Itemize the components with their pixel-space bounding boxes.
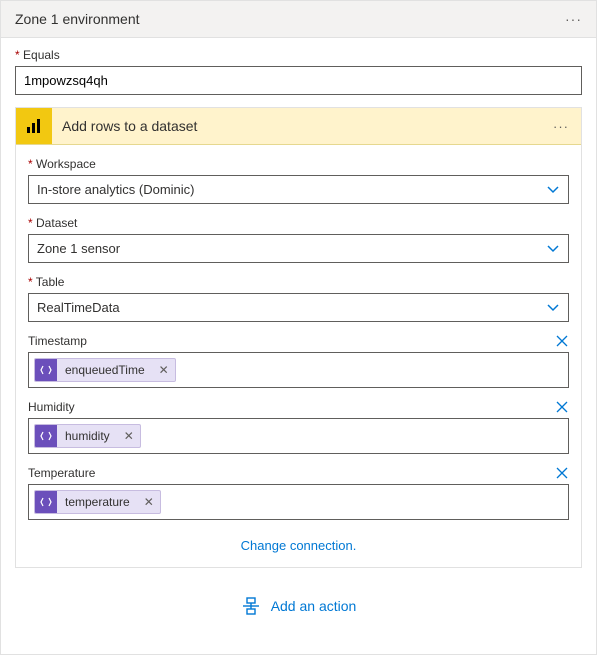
remove-temperature-button[interactable] bbox=[555, 466, 569, 480]
expression-icon bbox=[35, 425, 57, 447]
chevron-down-icon bbox=[546, 242, 560, 256]
panel-menu-button[interactable]: ··· bbox=[565, 11, 582, 27]
action-header[interactable]: Add rows to a dataset ··· bbox=[16, 108, 581, 145]
timestamp-field: Timestamp enqueuedTime ✕ bbox=[28, 334, 569, 388]
table-label: Table bbox=[28, 275, 569, 289]
humidity-label: Humidity bbox=[28, 400, 547, 414]
humidity-token: humidity ✕ bbox=[34, 424, 141, 448]
temperature-label: Temperature bbox=[28, 466, 547, 480]
expression-icon bbox=[35, 359, 57, 381]
add-action-label: Add an action bbox=[271, 598, 357, 614]
action-body: Workspace In-store analytics (Dominic) D… bbox=[16, 145, 581, 567]
timestamp-token-label: enqueuedTime bbox=[57, 363, 153, 377]
equals-field: Equals bbox=[15, 48, 582, 95]
equals-input[interactable] bbox=[15, 66, 582, 95]
dataset-field: Dataset Zone 1 sensor bbox=[28, 216, 569, 263]
change-connection: Change connection. bbox=[28, 532, 569, 557]
workspace-field: Workspace In-store analytics (Dominic) bbox=[28, 157, 569, 204]
workspace-select[interactable]: In-store analytics (Dominic) bbox=[28, 175, 569, 204]
powerbi-icon bbox=[16, 108, 52, 144]
humidity-token-remove[interactable]: ✕ bbox=[118, 429, 140, 443]
add-step-icon bbox=[241, 596, 261, 616]
temperature-token-remove[interactable]: ✕ bbox=[138, 495, 160, 509]
timestamp-label: Timestamp bbox=[28, 334, 547, 348]
dataset-select[interactable]: Zone 1 sensor bbox=[28, 234, 569, 263]
chevron-down-icon bbox=[546, 183, 560, 197]
table-field: Table RealTimeData bbox=[28, 275, 569, 322]
workspace-value: In-store analytics (Dominic) bbox=[37, 182, 195, 197]
temperature-field: Temperature temperature ✕ bbox=[28, 466, 569, 520]
temperature-input[interactable]: temperature ✕ bbox=[28, 484, 569, 520]
panel-body: Equals Add rows to a dataset ··· Workspa… bbox=[1, 38, 596, 654]
action-menu-button[interactable]: ··· bbox=[541, 119, 581, 134]
panel-header: Zone 1 environment ··· bbox=[1, 1, 596, 38]
temperature-token: temperature ✕ bbox=[34, 490, 161, 514]
expression-icon bbox=[35, 491, 57, 513]
equals-label: Equals bbox=[15, 48, 582, 62]
timestamp-token-remove[interactable]: ✕ bbox=[153, 363, 175, 377]
action-title: Add rows to a dataset bbox=[52, 118, 541, 134]
action-card: Add rows to a dataset ··· Workspace In-s… bbox=[15, 107, 582, 568]
dataset-value: Zone 1 sensor bbox=[37, 241, 120, 256]
timestamp-token: enqueuedTime ✕ bbox=[34, 358, 176, 382]
table-select[interactable]: RealTimeData bbox=[28, 293, 569, 322]
humidity-input[interactable]: humidity ✕ bbox=[28, 418, 569, 454]
panel-title: Zone 1 environment bbox=[15, 11, 140, 27]
humidity-token-label: humidity bbox=[57, 429, 118, 443]
change-connection-link[interactable]: Change connection. bbox=[241, 538, 357, 553]
dataset-label: Dataset bbox=[28, 216, 569, 230]
remove-humidity-button[interactable] bbox=[555, 400, 569, 414]
timestamp-input[interactable]: enqueuedTime ✕ bbox=[28, 352, 569, 388]
remove-timestamp-button[interactable] bbox=[555, 334, 569, 348]
humidity-field: Humidity humidity ✕ bbox=[28, 400, 569, 454]
table-value: RealTimeData bbox=[37, 300, 120, 315]
condition-panel: Zone 1 environment ··· Equals Add rows t… bbox=[0, 0, 597, 655]
workspace-label: Workspace bbox=[28, 157, 569, 171]
temperature-token-label: temperature bbox=[57, 495, 138, 509]
add-action-button[interactable]: Add an action bbox=[15, 568, 582, 638]
chevron-down-icon bbox=[546, 301, 560, 315]
